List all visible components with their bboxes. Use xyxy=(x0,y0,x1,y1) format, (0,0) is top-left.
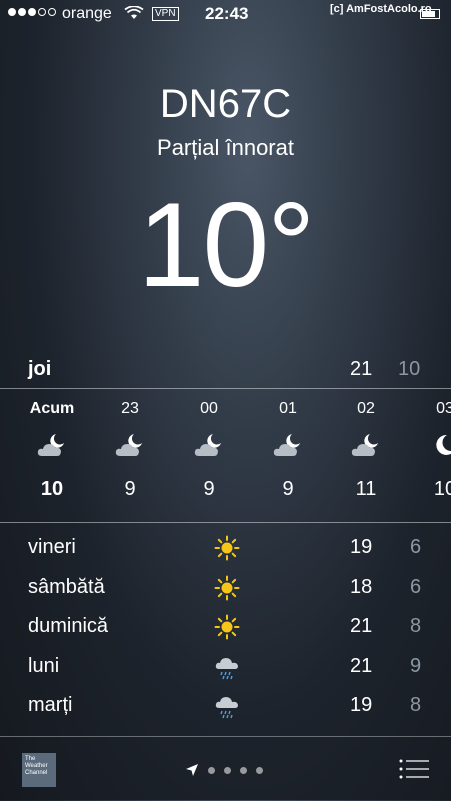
today-day: joi xyxy=(28,358,52,380)
sun-icon xyxy=(213,535,241,561)
city-list-button[interactable] xyxy=(398,757,430,781)
hour-label: 03 xyxy=(436,400,451,417)
signal-strength xyxy=(8,8,56,16)
current-temperature: 10° xyxy=(137,178,315,312)
rain-cloud-icon xyxy=(213,693,241,719)
day-high: 19 xyxy=(350,536,373,558)
day-name: duminică xyxy=(28,615,109,637)
location-name: DN67C xyxy=(159,82,292,126)
page-dot[interactable] xyxy=(256,766,263,774)
battery-icon xyxy=(420,9,440,19)
day-high: 21 xyxy=(350,654,373,677)
page-dot[interactable] xyxy=(208,766,215,774)
sun-icon xyxy=(213,614,241,640)
signal-dot xyxy=(8,8,16,16)
hour-temp: 9 xyxy=(203,478,215,500)
daily-row: sâmbătă 18 6 xyxy=(0,570,451,610)
day-name: luni xyxy=(28,654,60,677)
carrier-name: orange xyxy=(62,5,112,22)
watermark: [c] AmFostAcolo.ro xyxy=(330,3,432,15)
page-indicator[interactable] xyxy=(185,763,263,777)
weather-condition: Parțial înnorat xyxy=(157,135,294,160)
day-name: vineri xyxy=(28,536,76,558)
hour-label: 02 xyxy=(357,400,375,417)
daily-row: duminică 21 8 xyxy=(0,609,451,649)
partly-cloudy-night-icon xyxy=(350,432,382,458)
daily-forecast: vineri 19 6 sâmbătă 18 6 duminică 21 8 l… xyxy=(0,530,451,735)
daily-row: marți 19 8 xyxy=(0,688,451,728)
hourly-item: 01 9 xyxy=(258,390,318,501)
signal-dot xyxy=(28,8,36,16)
weather-channel-logo[interactable]: The Weather Channel xyxy=(22,753,56,787)
signal-dot xyxy=(48,8,56,16)
partly-cloudy-night-icon xyxy=(272,432,304,458)
hourly-item: 03 10 xyxy=(415,390,451,501)
page-dot[interactable] xyxy=(240,766,247,774)
hourly-item: 23 9 xyxy=(100,390,160,501)
hour-label: 00 xyxy=(200,400,218,417)
hour-temp: 11 xyxy=(355,478,377,500)
day-low: 6 xyxy=(410,575,422,598)
hour-temp: 9 xyxy=(124,478,136,500)
partly-cloudy-night-icon xyxy=(36,432,68,458)
signal-dot xyxy=(18,8,26,16)
divider xyxy=(0,522,451,523)
hourly-item: Acum 10 xyxy=(22,390,82,501)
day-low: 6 xyxy=(410,536,422,558)
day-name: sâmbătă xyxy=(28,575,105,598)
daily-row: vineri 19 6 xyxy=(0,530,451,570)
today-low: 10 xyxy=(398,358,421,380)
signal-dot xyxy=(38,8,46,16)
hour-temp: 10 xyxy=(433,478,451,500)
day-low: 8 xyxy=(410,615,422,637)
hourly-item: 02 11 xyxy=(336,390,396,501)
day-name: marți xyxy=(28,694,73,716)
day-low: 9 xyxy=(410,654,422,677)
hour-temp: 10 xyxy=(40,478,64,500)
brand-line: Weather xyxy=(25,763,48,769)
status-bar: orange VPN 22:43 [c] AmFostAcolo.ro xyxy=(0,0,451,28)
daily-row: luni 21 9 xyxy=(0,649,451,689)
moon-icon xyxy=(429,432,451,458)
hourly-forecast[interactable]: Acum 10 23 9 00 9 01 9 02 11 03 10 xyxy=(0,390,451,520)
hour-label: 01 xyxy=(279,400,297,417)
partly-cloudy-night-icon xyxy=(114,432,146,458)
hour-label: 23 xyxy=(121,400,139,417)
day-high: 19 xyxy=(350,694,373,716)
bottom-toolbar: The Weather Channel xyxy=(0,736,451,801)
current-location-icon xyxy=(186,764,198,776)
sun-icon xyxy=(213,575,241,601)
divider xyxy=(0,388,451,389)
today-high: 21 xyxy=(350,358,373,380)
rain-cloud-icon xyxy=(213,654,241,680)
day-high: 18 xyxy=(350,575,373,598)
day-low: 8 xyxy=(410,694,422,716)
hourly-item: 00 9 xyxy=(179,390,239,501)
hour-label: Acum xyxy=(29,400,75,417)
hour-temp: 9 xyxy=(282,478,294,500)
partly-cloudy-night-icon xyxy=(193,432,225,458)
vpn-badge: VPN xyxy=(152,7,179,21)
brand-line: The xyxy=(25,756,36,762)
brand-line: Channel xyxy=(25,770,48,776)
wifi-icon xyxy=(124,6,144,19)
clock: 22:43 xyxy=(205,4,249,23)
page-dot[interactable] xyxy=(224,766,231,774)
day-high: 21 xyxy=(350,615,373,637)
